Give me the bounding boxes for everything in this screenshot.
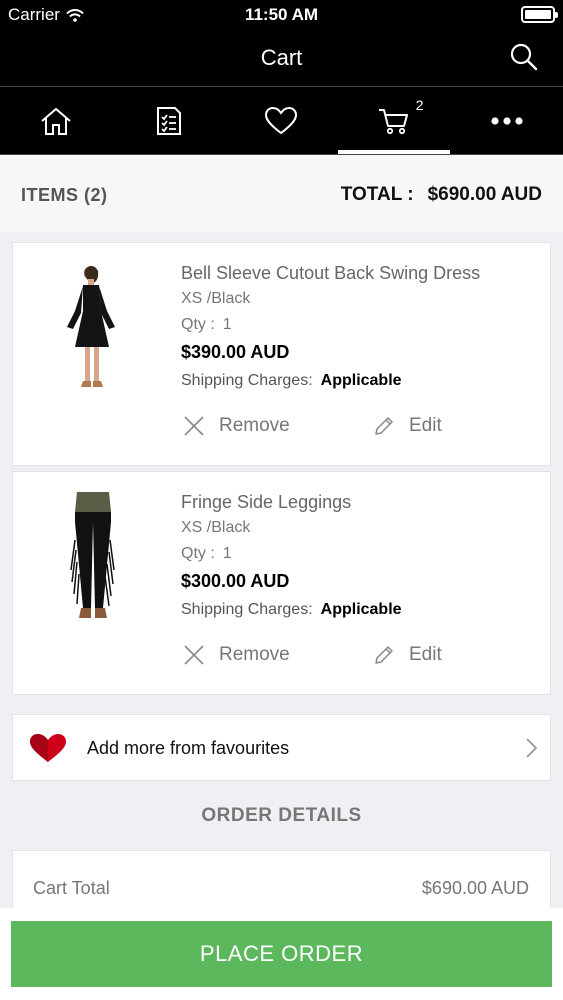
close-icon	[184, 645, 204, 665]
remove-label: Remove	[219, 415, 290, 436]
clock: 11:50 AM	[244, 5, 319, 24]
shipping-value: Applicable	[320, 601, 402, 618]
items-count: ITEMS (2)	[21, 185, 108, 206]
qty-label: Qty :	[181, 316, 215, 333]
remove-label: Remove	[219, 644, 290, 665]
cart-item: Fringe Side Leggings XS /Black Qty : 1 $…	[12, 471, 551, 695]
cart-icon	[379, 108, 409, 134]
product-qty: Qty : 1	[181, 545, 232, 563]
cart-summary: ITEMS (2) TOTAL : $690.00 AUD	[0, 155, 563, 231]
shipping-charges: Shipping Charges: Applicable	[181, 372, 402, 390]
edit-label: Edit	[409, 415, 442, 436]
home-icon	[41, 107, 71, 135]
pencil-icon	[375, 646, 393, 664]
orders-list-icon	[156, 106, 181, 135]
product-image-dress[interactable]	[53, 261, 133, 396]
favourites-label: Add more from favourites	[87, 738, 290, 758]
qty-label: Qty :	[181, 545, 215, 562]
tab-more[interactable]	[450, 87, 563, 154]
items-label: ITEMS	[21, 185, 79, 205]
items-number: (2)	[84, 185, 108, 205]
more-icon	[491, 116, 523, 125]
total-value: $690.00 AUD	[427, 184, 542, 205]
tab-cart[interactable]: 2	[337, 87, 451, 154]
heart-filled-icon	[30, 734, 66, 762]
place-order-button[interactable]: PLACE ORDER	[11, 921, 552, 987]
qty-value: 1	[222, 545, 232, 562]
product-name[interactable]: Fringe Side Leggings	[181, 492, 351, 513]
product-name[interactable]: Bell Sleeve Cutout Back Swing Dress	[181, 263, 480, 284]
shipping-value: Applicable	[320, 372, 402, 389]
heart-icon	[265, 106, 298, 134]
product-price: $390.00 AUD	[181, 342, 290, 362]
product-qty: Qty : 1	[181, 316, 232, 334]
shipping-label: Shipping Charges:	[181, 601, 313, 618]
total-label: TOTAL :	[340, 184, 414, 205]
status-bar: Carrier 11:50 AM	[0, 0, 563, 30]
search-icon	[510, 43, 538, 71]
chevron-right-icon	[526, 738, 538, 758]
product-price: $300.00 AUD	[181, 571, 290, 591]
remove-button[interactable]: Remove	[183, 644, 290, 666]
tab-favourites[interactable]	[225, 87, 338, 154]
bottom-bar: PLACE ORDER	[0, 908, 563, 1000]
shipping-charges: Shipping Charges: Applicable	[181, 601, 402, 619]
cart-total-summary: TOTAL : $690.00 AUD	[341, 184, 542, 206]
search-button[interactable]	[509, 42, 539, 72]
pencil-icon	[375, 417, 393, 435]
edit-label: Edit	[409, 644, 442, 665]
shipping-label: Shipping Charges:	[181, 372, 313, 389]
edit-button[interactable]: Edit	[373, 415, 442, 437]
tab-home[interactable]	[0, 87, 113, 154]
qty-value: 1	[222, 316, 232, 333]
product-variant: XS /Black	[181, 519, 251, 536]
cart-count-badge: 2	[415, 97, 424, 113]
page-title: Cart	[260, 45, 303, 70]
product-image-leggings[interactable]	[53, 490, 133, 625]
edit-button[interactable]: Edit	[373, 644, 442, 666]
remove-button[interactable]: Remove	[183, 415, 290, 437]
product-variant: XS /Black	[181, 290, 251, 307]
tab-orders[interactable]	[113, 87, 226, 154]
order-details-heading: ORDER DETAILS	[201, 805, 362, 826]
add-from-favourites-row[interactable]: Add more from favourites	[12, 714, 551, 781]
tab-bar: 2	[0, 86, 563, 155]
cart-total-value: $690.00 AUD	[421, 878, 529, 898]
battery-icon	[521, 6, 558, 23]
cart-item: Bell Sleeve Cutout Back Swing Dress XS /…	[12, 242, 551, 466]
close-icon	[184, 416, 204, 436]
nav-bar: Cart	[0, 30, 563, 86]
cart-total-label: Cart Total	[33, 878, 110, 898]
